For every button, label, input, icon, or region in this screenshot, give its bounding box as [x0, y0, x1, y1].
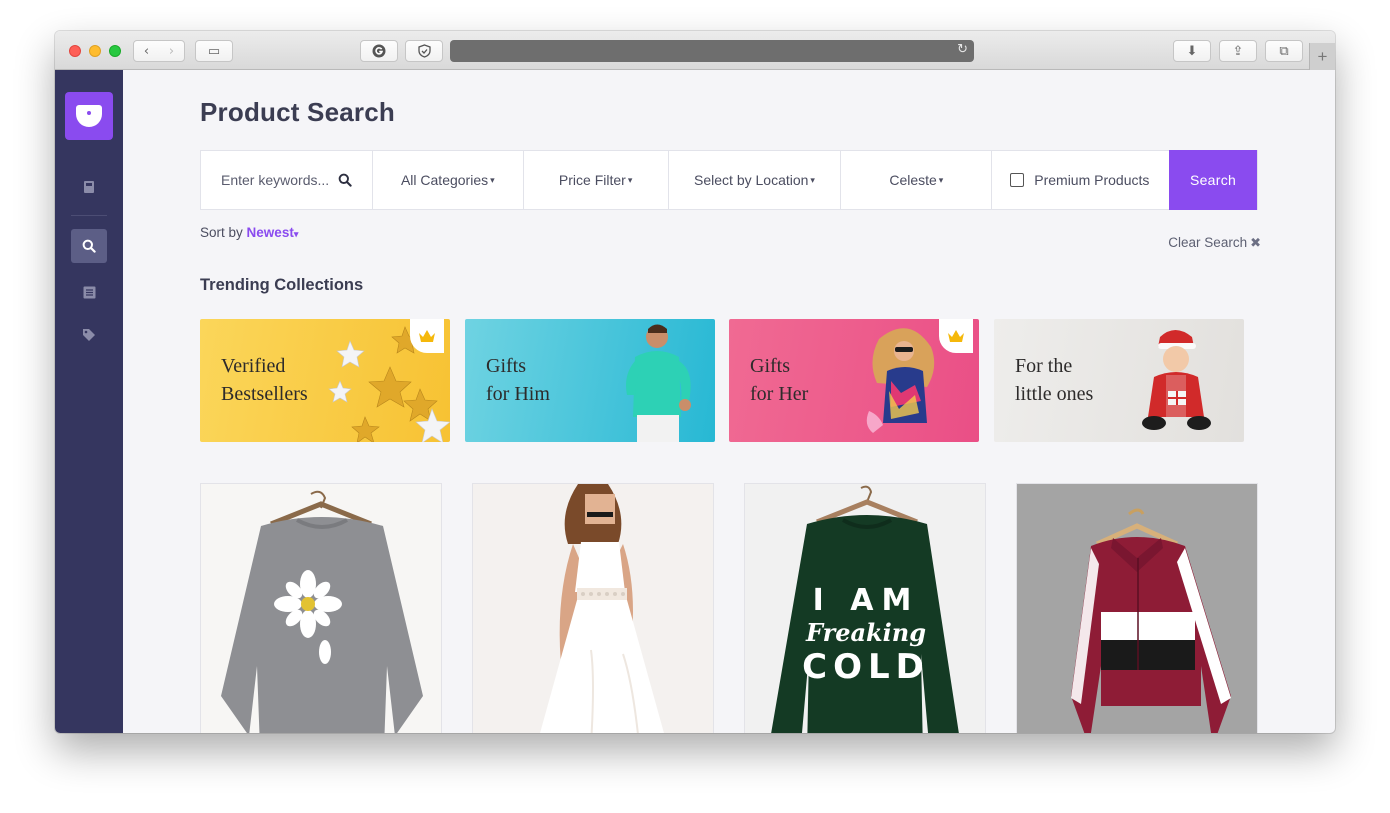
crown-icon	[948, 330, 964, 342]
download-icon: ⬇	[1186, 43, 1198, 59]
print-line-3: COLD	[802, 647, 930, 687]
chevron-down-icon: ▾	[627, 174, 633, 185]
back-icon[interactable]: ‹	[144, 44, 149, 59]
plus-icon: +	[1317, 46, 1328, 66]
address-bar[interactable]: ↻	[450, 40, 974, 62]
location-label: Select by Location	[694, 172, 809, 188]
price-filter-dropdown[interactable]: Price Filter ▾	[524, 151, 669, 209]
browser-window: ‹ › ▭ ↻ ⬇ ⇪ ⧉ + Product Search Enter key…	[55, 31, 1335, 733]
sidebar-toggle-icon: ▭	[207, 43, 221, 59]
sidebar-item-orders[interactable]	[71, 275, 107, 309]
extension-shield-button[interactable]	[405, 40, 443, 62]
sort-by-label: Sort by	[200, 225, 243, 240]
chevron-down-icon: ▾	[293, 229, 299, 239]
sidebar-toggle-button[interactable]: ▭	[195, 40, 233, 62]
sort-value[interactable]: Newest	[247, 225, 294, 240]
price-filter-label: Price Filter	[558, 172, 626, 188]
premium-badge	[939, 319, 973, 353]
forward-icon[interactable]: ›	[169, 44, 174, 59]
zoom-window-button[interactable]	[109, 45, 121, 57]
burgundy-jacket-image	[1017, 484, 1257, 733]
grey-sweater-image	[221, 490, 423, 733]
premium-products-filter[interactable]: Premium Products	[992, 151, 1169, 209]
print-line-1: I AM	[812, 583, 920, 618]
pocket-logo-icon	[76, 105, 102, 127]
collection-card-bestsellers[interactable]: Verified Bestsellers	[200, 319, 450, 442]
collection-title: Verified Bestsellers	[221, 355, 308, 405]
keyword-placeholder: Enter keywords...	[221, 172, 330, 188]
premium-label: Premium Products	[1034, 172, 1150, 188]
book-icon	[84, 181, 94, 193]
app-sidebar	[55, 70, 123, 733]
share-icon: ⇪	[1232, 43, 1244, 59]
shield-icon	[417, 44, 431, 58]
clear-search-link[interactable]: Clear Search ✖	[1168, 235, 1261, 251]
collection-title: For the little ones	[1015, 355, 1094, 405]
downloads-button[interactable]: ⬇	[1173, 40, 1211, 62]
browser-toolbar: ‹ › ▭ ↻ ⬇ ⇪ ⧉ +	[55, 31, 1335, 70]
user-dropdown[interactable]: Celeste ▾	[841, 151, 993, 209]
product-card[interactable]	[1016, 483, 1258, 733]
chevron-down-icon: ▾	[938, 174, 944, 185]
white-dress-image	[540, 484, 664, 733]
sidebar-item-search[interactable]	[71, 229, 107, 263]
app-logo[interactable]	[65, 92, 113, 140]
collection-card-gifts-for-him[interactable]: Gifts for Him	[465, 319, 715, 442]
back-forward-buttons[interactable]: ‹ ›	[133, 40, 185, 62]
new-tab-button[interactable]: +	[1309, 43, 1335, 70]
main-content: Product Search Enter keywords... All Cat…	[123, 70, 1335, 733]
sidebar-item-catalog[interactable]	[71, 170, 107, 204]
tab-overview-button[interactable]: ⧉	[1265, 40, 1303, 62]
print-line-2: Freaking	[805, 618, 927, 647]
collection-title: Gifts for Her	[750, 355, 809, 405]
collection-title: Gifts for Him	[486, 355, 550, 405]
close-window-button[interactable]	[69, 45, 81, 57]
product-card[interactable]: I AM Freaking COLD	[744, 483, 986, 733]
search-icon	[82, 239, 96, 253]
trending-collections-heading: Trending Collections	[200, 276, 364, 294]
location-dropdown[interactable]: Select by Location ▾	[669, 151, 842, 209]
page-title: Product Search	[200, 97, 395, 127]
magnifier-icon[interactable]	[338, 173, 352, 187]
sweatshirt-print: I AM Freaking COLD	[745, 583, 985, 687]
extension-grammarly-button[interactable]	[360, 40, 398, 62]
collection-card-gifts-for-her[interactable]: Gifts for Her	[729, 319, 979, 442]
reload-icon[interactable]: ↻	[957, 42, 968, 57]
product-card[interactable]	[472, 483, 714, 733]
close-icon: ✖	[1250, 236, 1261, 251]
sort-by-control[interactable]: Sort by Newest▾	[200, 225, 298, 240]
categories-dropdown[interactable]: All Categories ▾	[373, 151, 524, 209]
minimize-window-button[interactable]	[89, 45, 101, 57]
premium-badge	[410, 319, 444, 353]
clear-search-label: Clear Search	[1168, 235, 1248, 250]
product-card[interactable]	[200, 483, 442, 733]
chevron-down-icon: ▾	[490, 174, 495, 185]
list-icon	[83, 286, 95, 298]
premium-checkbox[interactable]	[1010, 173, 1025, 187]
share-button[interactable]: ⇪	[1219, 40, 1257, 62]
sidebar-item-tags[interactable]	[71, 318, 107, 352]
user-label: Celeste	[889, 172, 937, 188]
crown-icon	[419, 330, 435, 342]
sidebar-divider	[71, 215, 107, 216]
chevron-down-icon: ▾	[810, 174, 815, 185]
search-bar: Enter keywords... All Categories ▾ Price …	[200, 150, 1258, 210]
grammarly-icon	[372, 44, 386, 58]
tag-icon	[83, 329, 95, 341]
collection-card-little-ones[interactable]: For the little ones	[994, 319, 1244, 442]
keyword-search-input[interactable]: Enter keywords...	[201, 151, 373, 209]
categories-label: All Categories	[400, 172, 489, 188]
tabs-icon: ⧉	[1279, 43, 1289, 59]
search-button[interactable]: Search	[1169, 150, 1257, 210]
